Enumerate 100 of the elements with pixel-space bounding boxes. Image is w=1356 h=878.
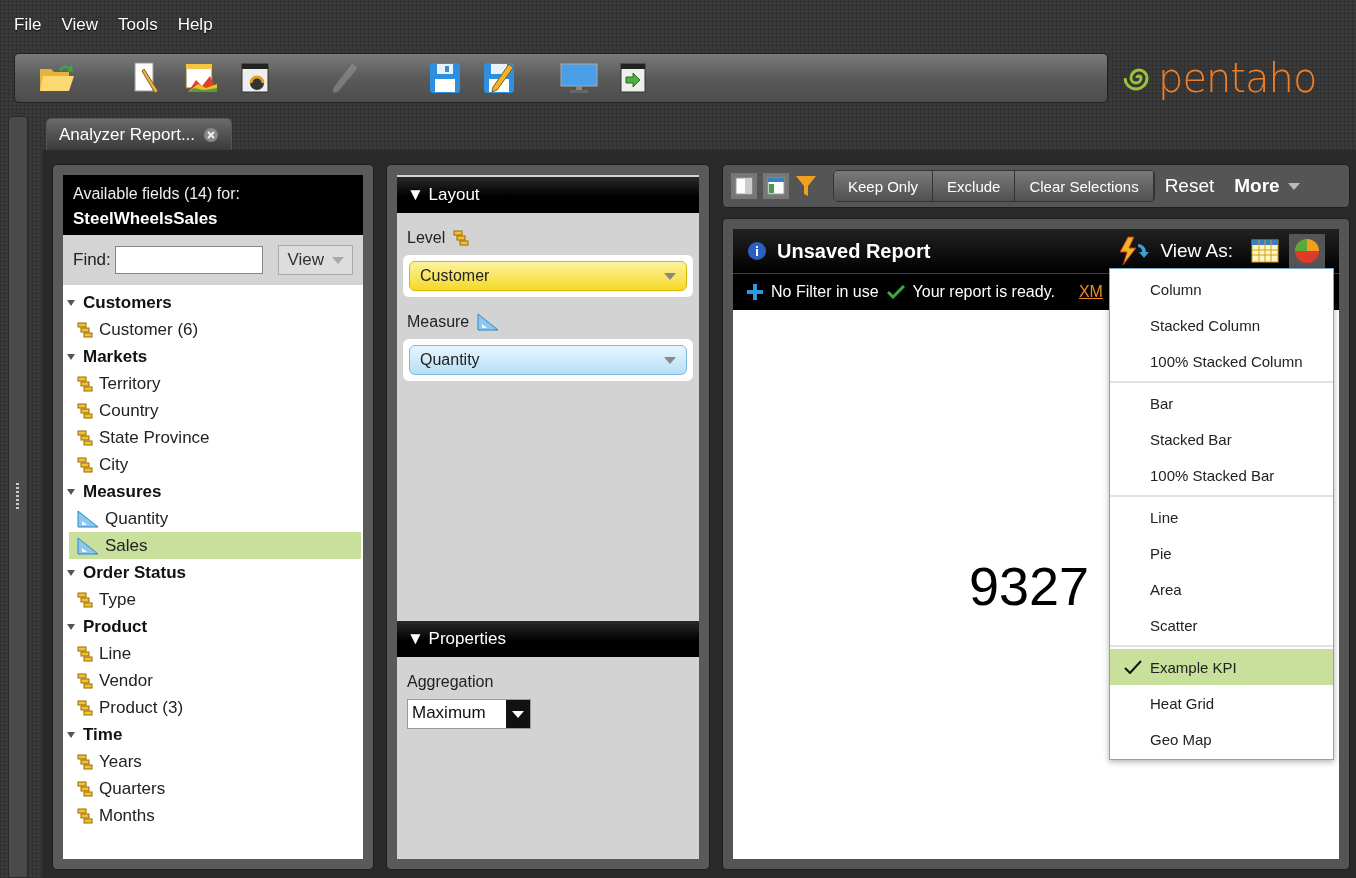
filter-icon[interactable]: [795, 174, 817, 198]
field-item[interactable]: State Province: [69, 424, 361, 451]
hierarchy-icon: [77, 402, 93, 419]
menu-item[interactable]: Tools: [117, 15, 158, 35]
caret-icon: [1287, 182, 1300, 190]
expanded-caret-icon[interactable]: [67, 730, 75, 739]
check-icon: [1124, 660, 1142, 674]
hierarchy-icon: [77, 672, 93, 689]
hierarchy-icon: [77, 753, 93, 770]
menu-option[interactable]: Stacked Column: [1110, 307, 1333, 343]
caret-icon: [512, 710, 524, 718]
menu-option[interactable]: Stacked Bar: [1110, 421, 1333, 457]
menu-option[interactable]: Column: [1110, 271, 1333, 307]
menu-item[interactable]: Help: [177, 15, 213, 35]
hierarchy-icon: [77, 645, 93, 662]
find-label: Find:: [73, 250, 111, 270]
grip-icon: [16, 483, 20, 511]
field-item[interactable]: Quarters: [69, 775, 361, 802]
menu-option[interactable]: Geo Map: [1110, 721, 1333, 757]
section-title[interactable]: ▼ Layout: [407, 185, 480, 205]
menu-option[interactable]: 100% Stacked Column: [1110, 343, 1333, 379]
reset-button[interactable]: Reset: [1160, 175, 1219, 197]
report-tab[interactable]: Analyzer Report...: [46, 118, 233, 150]
field-group[interactable]: Time: [83, 724, 123, 745]
field-group[interactable]: Measures: [83, 481, 162, 502]
aggregation-label: Aggregation: [407, 673, 494, 691]
field-item[interactable]: Years: [69, 748, 361, 775]
field-item[interactable]: Vendor: [69, 667, 361, 694]
menu-option[interactable]: Pie: [1110, 535, 1333, 571]
level-chip[interactable]: Customer: [409, 261, 687, 291]
hierarchy-icon: [77, 375, 93, 392]
field-group[interactable]: Markets: [83, 346, 148, 367]
field-item[interactable]: Territory: [69, 370, 361, 397]
fields-title: Available fields (14) for:: [73, 185, 241, 203]
kpi-value: 9327: [969, 555, 1090, 618]
folder-icon: [39, 63, 75, 93]
expanded-caret-icon[interactable]: [67, 352, 75, 361]
aggregation-select[interactable]: Maximum: [407, 699, 531, 729]
checkmark-icon: [886, 285, 905, 299]
field-item[interactable]: Country: [69, 397, 361, 424]
menu-option[interactable]: Line: [1110, 499, 1333, 535]
hierarchy-icon: [453, 230, 470, 246]
layout-toggle-button[interactable]: [763, 173, 789, 199]
panel-toggle-button[interactable]: [731, 173, 757, 199]
section-title[interactable]: ▼ Properties: [407, 629, 507, 649]
close-icon[interactable]: [203, 126, 220, 143]
view-button[interactable]: View: [278, 245, 353, 275]
field-item[interactable]: City: [69, 451, 361, 478]
table-chart-icon: [184, 62, 218, 94]
columns-icon: [735, 177, 753, 195]
table-icon[interactable]: [1251, 239, 1279, 263]
find-field[interactable]: [114, 246, 263, 274]
pencil-icon: [330, 61, 360, 95]
field-item[interactable]: Sales: [69, 532, 361, 559]
refresh-icon[interactable]: [1116, 236, 1151, 266]
field-group[interactable]: Order Status: [83, 562, 186, 583]
expanded-caret-icon[interactable]: [67, 568, 75, 577]
field-item[interactable]: Line: [69, 640, 361, 667]
report-status: Your report is ready.: [912, 283, 1055, 301]
field-item[interactable]: Customer (6): [69, 316, 361, 343]
hierarchy-icon: [77, 321, 93, 338]
hierarchy-icon: [77, 699, 93, 716]
caret-icon: [664, 356, 676, 364]
hierarchy-icon: [77, 591, 93, 608]
menu-option[interactable]: Bar: [1110, 385, 1333, 421]
hierarchy-icon: [77, 429, 93, 446]
menu-option[interactable]: Heat Grid: [1110, 685, 1333, 721]
field-item[interactable]: Quantity: [69, 505, 361, 532]
action-button[interactable]: Exclude: [933, 171, 1016, 201]
field-group[interactable]: Customers: [83, 292, 172, 313]
hierarchy-icon: [77, 807, 93, 824]
xml-link[interactable]: XM: [1078, 283, 1103, 301]
gauge-window-icon: [240, 62, 270, 94]
info-icon[interactable]: [747, 241, 767, 261]
menu-option[interactable]: Scatter: [1110, 607, 1333, 643]
chart-view-button[interactable]: [1289, 234, 1325, 268]
action-button[interactable]: Keep Only: [834, 171, 934, 201]
menu-item[interactable]: File: [14, 15, 42, 35]
field-item[interactable]: Type: [69, 586, 361, 613]
menu-item[interactable]: View: [61, 15, 98, 35]
expanded-caret-icon[interactable]: [67, 298, 75, 307]
menu-option[interactable]: 100% Stacked Bar: [1110, 457, 1333, 493]
measure-chip[interactable]: Quantity: [409, 345, 687, 375]
expanded-caret-icon[interactable]: [67, 487, 75, 496]
floppy-pencil-icon: [483, 62, 515, 94]
action-button[interactable]: Clear Selections: [1015, 171, 1154, 201]
caret-icon: [664, 272, 676, 280]
field-item[interactable]: Months: [69, 802, 361, 829]
triangle-ruler-icon: [477, 313, 500, 331]
field-item[interactable]: Product (3): [69, 694, 361, 721]
field-group[interactable]: Product: [83, 616, 148, 637]
monitor-icon: [560, 62, 598, 94]
expanded-caret-icon[interactable]: [67, 622, 75, 631]
plus-icon[interactable]: [747, 284, 763, 300]
menu-option[interactable]: Area: [1110, 571, 1333, 607]
more-button[interactable]: More: [1228, 174, 1306, 198]
report-title: Unsaved Report: [777, 239, 931, 263]
filter-status: No Filter in use: [771, 283, 879, 301]
pie-chart-icon: [1294, 238, 1320, 264]
menu-option[interactable]: Example KPI: [1110, 649, 1333, 685]
